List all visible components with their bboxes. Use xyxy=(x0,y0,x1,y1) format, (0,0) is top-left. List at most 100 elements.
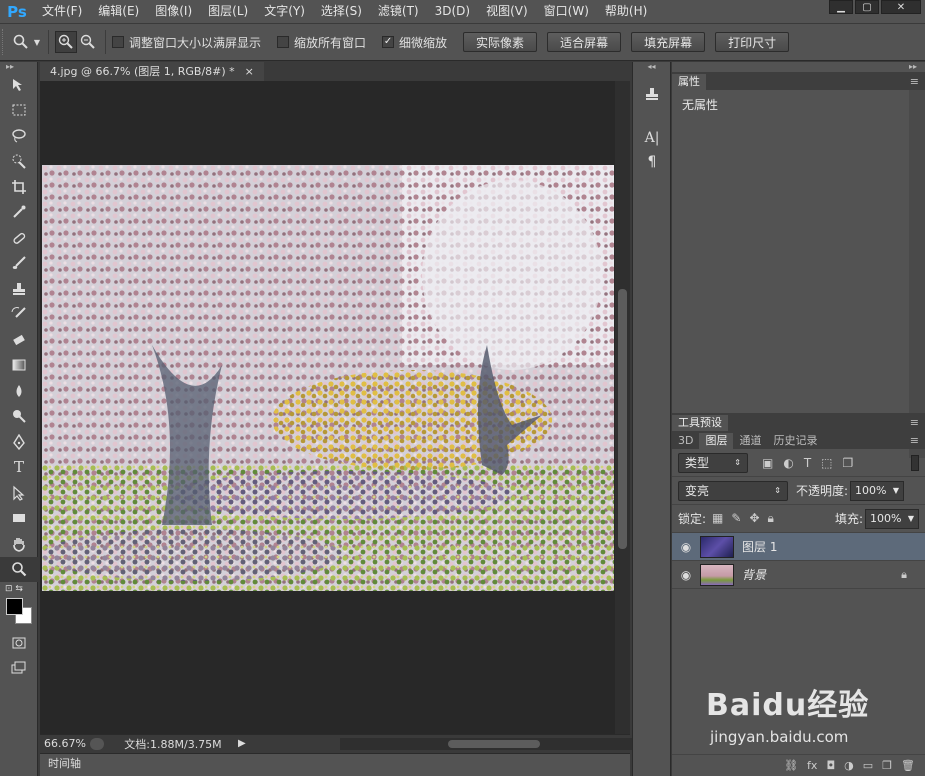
timeline-panel-tab[interactable]: 时间轴 xyxy=(40,753,630,776)
menu-filter[interactable]: 滤镜(T) xyxy=(370,0,427,23)
resize-windows-option[interactable]: 调整窗口大小以满屏显示 xyxy=(112,34,261,51)
zoom-all-windows-checkbox[interactable] xyxy=(277,36,290,48)
menu-help[interactable]: 帮助(H) xyxy=(597,0,655,23)
filter-adjustment-icon[interactable]: ◐ xyxy=(783,456,793,470)
pen-tool-icon[interactable] xyxy=(0,429,38,455)
healing-brush-tool-icon[interactable] xyxy=(0,225,38,251)
opacity-slider-arrow-icon[interactable]: ▼ xyxy=(893,486,899,495)
lock-image-icon[interactable]: ✎ xyxy=(731,511,741,526)
menu-edit[interactable]: 编辑(E) xyxy=(90,0,147,23)
menu-select[interactable]: 选择(S) xyxy=(313,0,370,23)
path-selection-tool-icon[interactable] xyxy=(0,480,38,506)
scrubby-zoom-checkbox[interactable]: ✓ xyxy=(382,36,395,48)
zoom-tool-preset-icon[interactable] xyxy=(10,31,32,53)
filter-shape-icon[interactable]: ⬚ xyxy=(821,456,832,470)
lock-transparent-icon[interactable]: ▦ xyxy=(712,511,723,526)
paragraph-panel-icon[interactable]: ¶ xyxy=(633,150,671,174)
layer-name[interactable]: 图层 1 xyxy=(742,538,777,555)
tab-tool-presets[interactable]: 工具预设 xyxy=(672,415,728,431)
zoom-in-icon[interactable] xyxy=(55,31,77,53)
tab-history[interactable]: 历史记录 xyxy=(767,433,823,449)
vertical-scrollbar[interactable] xyxy=(615,81,630,734)
lock-position-icon[interactable]: ✥ xyxy=(749,511,759,526)
lock-all-icon[interactable]: 🔒︎ xyxy=(768,511,774,526)
print-size-button[interactable]: 打印尺寸 xyxy=(715,32,790,52)
zoom-out-icon[interactable] xyxy=(77,31,99,53)
link-layers-icon[interactable]: ⛓ xyxy=(784,759,798,772)
gradient-tool-icon[interactable] xyxy=(0,353,38,379)
fill-field[interactable]: 100% ▼ xyxy=(865,508,919,529)
character-panel-icon[interactable]: A| xyxy=(633,126,671,150)
zoom-all-windows-option[interactable]: 缩放所有窗口 xyxy=(277,34,366,51)
maximize-button[interactable]: ▢ xyxy=(855,0,879,14)
menu-layer[interactable]: 图层(L) xyxy=(200,0,256,23)
zoom-level-field[interactable]: 66.67% xyxy=(40,737,90,750)
add-mask-icon[interactable]: ◘ xyxy=(826,759,835,772)
menu-view[interactable]: 视图(V) xyxy=(478,0,536,23)
quick-mask-icon[interactable] xyxy=(0,630,38,656)
filter-type-icon[interactable]: T xyxy=(804,456,811,470)
scrubby-zoom-option[interactable]: ✓ 细微缩放 xyxy=(382,34,447,51)
hand-tool-icon[interactable] xyxy=(0,531,38,557)
vertical-scroll-thumb[interactable] xyxy=(618,289,627,549)
type-tool-icon[interactable]: T xyxy=(0,455,38,481)
menu-type[interactable]: 文字(Y) xyxy=(256,0,313,23)
properties-scrollbar[interactable] xyxy=(909,90,925,458)
panels-collapse-icon[interactable]: ▸▸ xyxy=(672,62,925,72)
tool-presets-menu-icon[interactable]: ≡ xyxy=(904,415,925,431)
filter-smart-object-icon[interactable]: ❐ xyxy=(843,456,854,470)
filter-pixel-icon[interactable]: ▣ xyxy=(762,456,773,470)
menu-window[interactable]: 窗口(W) xyxy=(536,0,597,23)
minimize-button[interactable]: ▁ xyxy=(829,0,853,14)
history-brush-tool-icon[interactable] xyxy=(0,302,38,328)
marquee-tool-icon[interactable] xyxy=(0,98,38,124)
tab-channels[interactable]: 通道 xyxy=(733,433,767,449)
layer-item-layer1[interactable]: ◉ 图层 1 xyxy=(672,533,925,561)
fill-slider-arrow-icon[interactable]: ▼ xyxy=(908,514,914,523)
status-menu-icon[interactable] xyxy=(90,737,104,750)
opacity-field[interactable]: 100% ▼ xyxy=(850,480,905,501)
actual-pixels-button[interactable]: 实际像素 xyxy=(463,32,538,52)
menu-image[interactable]: 图像(I) xyxy=(147,0,200,23)
status-expand-icon[interactable]: ▶ xyxy=(238,738,246,749)
layer-style-icon[interactable]: fx xyxy=(807,759,817,772)
filter-toggle[interactable] xyxy=(911,454,919,471)
layer-name[interactable]: 背景 xyxy=(742,566,766,583)
horizontal-scrollbar[interactable] xyxy=(340,738,652,750)
tab-properties[interactable]: 属性 xyxy=(672,74,706,90)
tab-layers[interactable]: 图层 xyxy=(699,433,734,449)
dock-collapse-icon[interactable]: ◂◂ xyxy=(633,62,670,72)
eyedropper-tool-icon[interactable] xyxy=(0,200,38,226)
document-tab-close-icon[interactable]: × xyxy=(245,62,254,81)
color-swatches[interactable] xyxy=(0,596,38,630)
new-adjustment-icon[interactable]: ◑ xyxy=(844,759,854,772)
image-canvas[interactable] xyxy=(42,165,614,591)
options-grip[interactable] xyxy=(2,29,10,55)
crop-tool-icon[interactable] xyxy=(0,174,38,200)
screen-mode-icon[interactable] xyxy=(0,656,38,682)
preset-dropdown-icon[interactable]: ▼ xyxy=(32,31,42,53)
layers-menu-icon[interactable]: ≡ xyxy=(904,433,925,449)
close-button[interactable]: ✕ xyxy=(881,0,921,14)
visibility-eye-icon[interactable]: ◉ xyxy=(672,540,700,554)
move-tool-icon[interactable] xyxy=(0,72,38,98)
document-tab[interactable]: 4.jpg @ 66.7% (图层 1, RGB/8#) * × xyxy=(40,62,264,81)
dodge-tool-icon[interactable] xyxy=(0,404,38,430)
canvas-area[interactable] xyxy=(40,81,615,734)
fit-screen-button[interactable]: 适合屏幕 xyxy=(547,32,622,52)
eraser-tool-icon[interactable] xyxy=(0,327,38,353)
foreground-color-swatch[interactable] xyxy=(6,598,23,615)
visibility-eye-icon[interactable]: ◉ xyxy=(672,568,700,582)
blur-tool-icon[interactable] xyxy=(0,378,38,404)
tool-presets-icon[interactable] xyxy=(633,82,671,106)
layer-item-background[interactable]: ◉ 背景 🔒︎ xyxy=(672,561,925,589)
new-layer-icon[interactable]: ❐ xyxy=(882,759,892,772)
resize-windows-checkbox[interactable] xyxy=(112,36,124,48)
properties-menu-icon[interactable]: ≡ xyxy=(904,74,925,90)
tab-3d[interactable]: 3D xyxy=(672,433,699,449)
blend-mode-dropdown[interactable]: 变亮 ⇕ xyxy=(678,480,788,501)
new-group-icon[interactable]: ▭ xyxy=(863,759,873,772)
clone-stamp-tool-icon[interactable] xyxy=(0,276,38,302)
menu-file[interactable]: 文件(F) xyxy=(34,0,90,23)
zoom-tool-icon[interactable] xyxy=(0,556,38,582)
